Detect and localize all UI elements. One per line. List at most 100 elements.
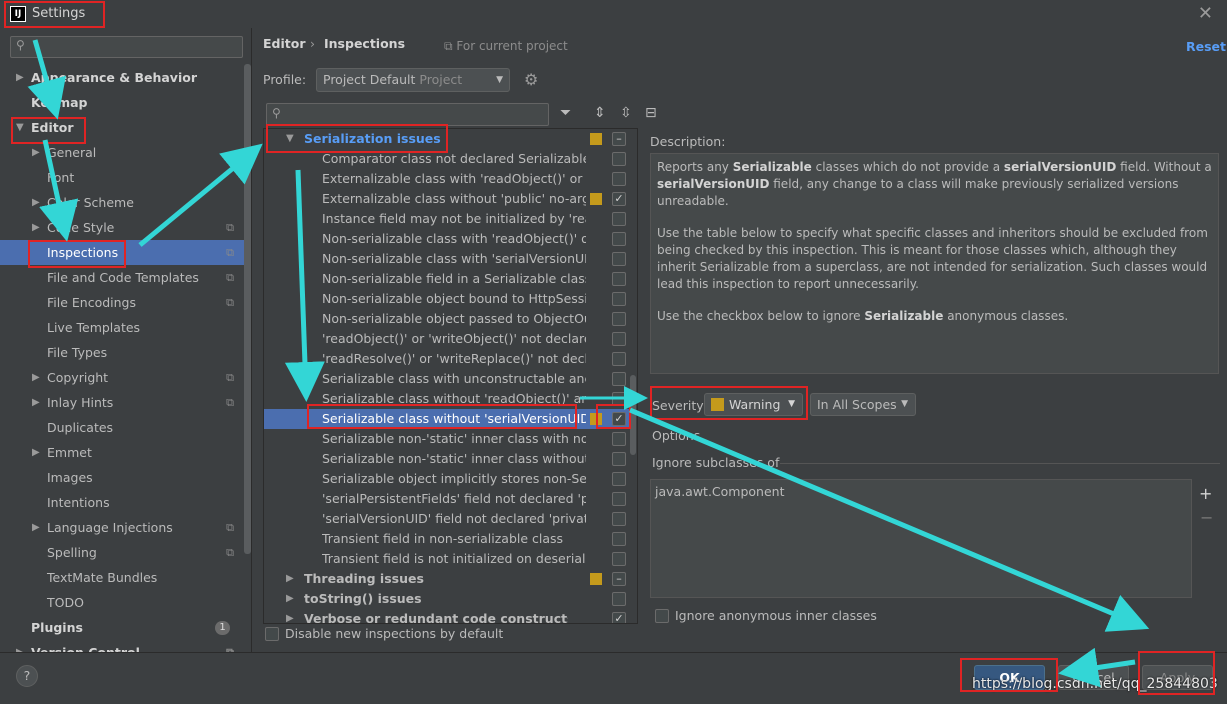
sidebar-item[interactable]: ▶ Language Injections ⧉: [0, 515, 244, 540]
inspection-row[interactable]: 'readResolve()' or 'writeReplace()' not …: [264, 349, 636, 369]
list-item[interactable]: java.awt.Component: [655, 484, 1187, 499]
sidebar-item[interactable]: TODO: [0, 590, 244, 615]
inspection-checkbox[interactable]: [612, 212, 626, 226]
inspection-checkbox[interactable]: [612, 172, 626, 186]
settings-search-input[interactable]: ⚲: [10, 36, 243, 58]
chevron-right-icon[interactable]: ▶: [286, 569, 294, 589]
sidebar-item[interactable]: File Encodings ⧉: [0, 290, 244, 315]
inspection-row[interactable]: Instance field may not be initialized by…: [264, 209, 636, 229]
sidebar-item[interactable]: ▶ Version Control ⧉: [0, 640, 244, 652]
inspection-row[interactable]: Non-serializable object passed to Object…: [264, 309, 636, 329]
chevron-right-icon[interactable]: ▶: [286, 609, 294, 623]
sidebar-item[interactable]: Intentions: [0, 490, 244, 515]
sidebar-item[interactable]: ▶ Color Scheme: [0, 190, 244, 215]
inspection-checkbox[interactable]: [612, 332, 626, 346]
inspection-filter-input[interactable]: ⚲: [266, 103, 549, 126]
inspection-row[interactable]: Non-serializable class with 'readObject(…: [264, 229, 636, 249]
filter-icon[interactable]: ⏷: [560, 105, 571, 121]
inspection-row[interactable]: 'serialVersionUID' field not declared 'p…: [264, 509, 636, 529]
chevron-right-icon[interactable]: ▶: [32, 190, 40, 215]
sidebar-item[interactable]: ▶ Inlay Hints ⧉: [0, 390, 244, 415]
inspection-checkbox[interactable]: [612, 292, 626, 306]
close-icon[interactable]: ✕: [1198, 3, 1213, 24]
chevron-right-icon[interactable]: ▶: [32, 215, 40, 240]
inspection-row[interactable]: Serializable non-'static' inner class wi…: [264, 449, 636, 469]
inspection-row[interactable]: Externalizable class without 'public' no…: [264, 189, 636, 209]
chevron-right-icon[interactable]: ▶: [16, 640, 24, 652]
inspection-row[interactable]: ▶ Verbose or redundant code constructs ✓: [264, 609, 636, 623]
inspection-row[interactable]: Externalizable class with 'readObject()'…: [264, 169, 636, 189]
inspection-checkbox[interactable]: [612, 252, 626, 266]
checkbox[interactable]: [265, 627, 279, 641]
chevron-right-icon[interactable]: ▶: [286, 589, 294, 609]
profile-select[interactable]: Project Default Project ▼: [316, 68, 510, 92]
inspection-row[interactable]: 'readObject()' or 'writeObject()' not de…: [264, 329, 636, 349]
sidebar-item[interactable]: TextMate Bundles: [0, 565, 244, 590]
inspection-checkbox[interactable]: [612, 432, 626, 446]
sidebar-item[interactable]: Keymap: [0, 90, 244, 115]
scope-select[interactable]: In All Scopes ▼: [810, 393, 916, 416]
inspection-checkbox[interactable]: [612, 452, 626, 466]
inspection-row[interactable]: Non-serializable class with 'serialVersi…: [264, 249, 636, 269]
sidebar-item[interactable]: File and Code Templates ⧉: [0, 265, 244, 290]
inspection-row[interactable]: 'serialPersistentFields' field not decla…: [264, 489, 636, 509]
inspection-checkbox[interactable]: [612, 472, 626, 486]
tree-scrollbar[interactable]: [244, 64, 251, 554]
ignored-classes-list[interactable]: java.awt.Component: [650, 479, 1192, 598]
sidebar-item[interactable]: File Types: [0, 340, 244, 365]
sidebar-item[interactable]: ▶ Code Style ⧉: [0, 215, 244, 240]
sidebar-item-label: Inlay Hints: [47, 395, 114, 410]
checkbox[interactable]: [655, 609, 669, 623]
sidebar-item[interactable]: ▶ Copyright ⧉: [0, 365, 244, 390]
inspection-row[interactable]: Non-serializable object bound to HttpSes…: [264, 289, 636, 309]
inspection-checkbox[interactable]: ✓: [612, 612, 626, 623]
sidebar-item[interactable]: ▶ Appearance & Behavior: [0, 65, 244, 90]
inspection-row[interactable]: Transient field is not initialized on de…: [264, 549, 636, 569]
inspection-checkbox[interactable]: –: [612, 572, 626, 586]
inspection-row[interactable]: Non-serializable field in a Serializable…: [264, 269, 636, 289]
sidebar-item[interactable]: Duplicates: [0, 415, 244, 440]
inspection-checkbox[interactable]: [612, 232, 626, 246]
sidebar-item[interactable]: Font: [0, 165, 244, 190]
chevron-right-icon[interactable]: ▶: [32, 515, 40, 540]
inspection-checkbox[interactable]: [612, 152, 626, 166]
sidebar-item[interactable]: Spelling ⧉: [0, 540, 244, 565]
ignore-anonymous-checkbox[interactable]: Ignore anonymous inner classes: [655, 608, 877, 623]
inspection-checkbox[interactable]: [612, 532, 626, 546]
chevron-right-icon[interactable]: ▶: [32, 365, 40, 390]
help-button[interactable]: ?: [16, 665, 38, 687]
inspection-checkbox[interactable]: [612, 352, 626, 366]
chevron-right-icon[interactable]: ▶: [16, 65, 24, 90]
reset-link[interactable]: Reset: [1186, 39, 1226, 54]
inspection-row[interactable]: Serializable object implicitly stores no…: [264, 469, 636, 489]
sidebar-item[interactable]: Live Templates: [0, 315, 244, 340]
inspection-row[interactable]: Transient field in non-serializable clas…: [264, 529, 636, 549]
expand-all-icon[interactable]: ⇕: [594, 105, 606, 121]
remove-icon[interactable]: −: [1200, 508, 1213, 527]
sidebar-item[interactable]: Images: [0, 465, 244, 490]
inspection-checkbox[interactable]: [612, 272, 626, 286]
inspection-row[interactable]: Serializable non-'static' inner class wi…: [264, 429, 636, 449]
gear-icon[interactable]: ⚙: [524, 70, 538, 89]
sidebar-item[interactable]: ▶ Emmet: [0, 440, 244, 465]
inspection-checkbox[interactable]: [612, 592, 626, 606]
inspection-checkbox[interactable]: [612, 312, 626, 326]
collapse-all-icon[interactable]: ⇳: [620, 105, 632, 121]
sidebar-item[interactable]: Plugins 1: [0, 615, 244, 640]
chevron-right-icon[interactable]: ▶: [32, 440, 40, 465]
inspection-row[interactable]: ▶ Threading issues –: [264, 569, 636, 589]
inspection-checkbox[interactable]: ✓: [612, 192, 626, 206]
disable-new-inspections-checkbox[interactable]: Disable new inspections by default: [265, 626, 503, 641]
inspection-checkbox[interactable]: [612, 512, 626, 526]
inspection-checkbox[interactable]: [612, 492, 626, 506]
chevron-right-icon[interactable]: ▶: [32, 390, 40, 415]
inspection-row[interactable]: Serializable class with unconstructable …: [264, 369, 636, 389]
reset-to-default-icon[interactable]: ⊟: [645, 105, 657, 121]
sidebar-item-label: Appearance & Behavior: [31, 70, 197, 85]
inspection-checkbox[interactable]: [612, 552, 626, 566]
inspection-checkbox[interactable]: [612, 372, 626, 386]
breadcrumb-editor[interactable]: Editor: [263, 36, 306, 51]
inspection-row[interactable]: ▶ toString() issues: [264, 589, 636, 609]
add-icon[interactable]: +: [1199, 484, 1212, 503]
inspection-checkbox[interactable]: –: [612, 132, 626, 146]
